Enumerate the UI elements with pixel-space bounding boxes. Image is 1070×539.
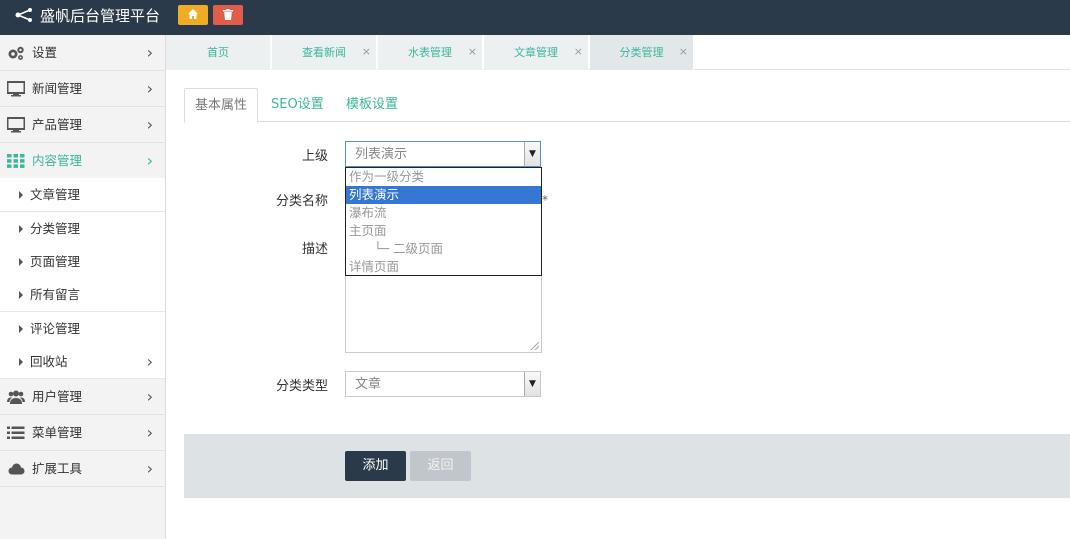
sidebar-item-label: 用户管理 xyxy=(32,389,83,404)
add-button[interactable]: 添加 xyxy=(345,451,406,481)
caret-right-icon xyxy=(19,191,23,199)
required-mark: * xyxy=(542,193,548,207)
dropdown-option[interactable]: 详情页面 xyxy=(346,258,541,276)
sidebar-item-label: 菜单管理 xyxy=(32,425,83,440)
back-button[interactable]: 返回 xyxy=(410,451,471,481)
sidebar-subitem-label: 文章管理 xyxy=(30,187,81,202)
sidebar-subitem-label: 所有留言 xyxy=(30,287,81,302)
page-tab-categories[interactable]: 分类管理 × xyxy=(590,35,694,70)
list-icon xyxy=(7,426,25,439)
chevron-right-icon: › xyxy=(146,387,153,406)
caret-right-icon xyxy=(19,291,23,299)
tab-template-settings[interactable]: 模板设置 xyxy=(346,88,398,122)
close-icon[interactable]: × xyxy=(362,35,371,68)
page-tab-home[interactable]: 首页 xyxy=(166,35,271,70)
tab-basic-attributes[interactable]: 基本属性 xyxy=(184,88,258,123)
gears-icon xyxy=(8,46,24,60)
description-textarea[interactable] xyxy=(345,276,542,353)
sidebar-item-tools[interactable]: 扩展工具 › xyxy=(0,451,165,487)
sidebar-item-products[interactable]: 产品管理 › xyxy=(0,107,165,143)
chevron-right-icon: › xyxy=(146,115,153,134)
dropdown-option[interactable]: └─ 二级页面 xyxy=(346,240,541,258)
page-tab-articles[interactable]: 文章管理 × xyxy=(484,35,589,70)
sidebar-item-content[interactable]: 内容管理 › xyxy=(0,143,165,179)
category-type-value: 文章 xyxy=(355,377,382,392)
sidebar-subitem-label: 评论管理 xyxy=(30,321,81,336)
sidebar-item-users[interactable]: 用户管理 › xyxy=(0,379,165,415)
chevron-right-icon: › xyxy=(146,43,153,62)
sidebar-subitem-label: 页面管理 xyxy=(30,254,81,269)
parent-dropdown-list[interactable]: 作为一级分类 列表演示 瀑布流 主页面 └─ 二级页面 详情页面 xyxy=(345,167,542,276)
sidebar-item-label: 设置 xyxy=(32,45,58,60)
sidebar-item-news[interactable]: 新闻管理 › xyxy=(0,71,165,107)
close-icon[interactable]: × xyxy=(679,35,688,68)
parent-select[interactable]: 列表演示 ▼ xyxy=(345,141,541,167)
parent-select-value: 列表演示 xyxy=(355,147,408,162)
sidebar-subitem-comments[interactable]: 评论管理 xyxy=(0,312,165,346)
close-icon[interactable]: × xyxy=(574,35,583,68)
close-icon[interactable]: × xyxy=(468,35,477,68)
share-icon xyxy=(15,8,32,22)
page-tab-label: 水表管理 xyxy=(408,46,452,59)
sidebar: 设置 › 新闻管理 › 产品管理 › 内容管理 › 文章管理 分类管理 页面管理… xyxy=(0,35,166,539)
category-type-select[interactable]: 文章 ▼ xyxy=(345,371,541,397)
caret-right-icon xyxy=(19,325,23,333)
form-action-bar: 添加 返回 xyxy=(184,434,1070,498)
page-tab-label: 分类管理 xyxy=(619,46,664,59)
chevron-right-icon: › xyxy=(146,79,153,98)
caret-right-icon xyxy=(19,258,23,266)
brand: 盛帆后台管理平台 xyxy=(14,0,160,35)
page-tab-strip: 首页 查看新闻 × 水表管理 × 文章管理 × 分类管理 × xyxy=(166,35,1070,70)
monitor-icon xyxy=(7,117,25,133)
monitor-icon xyxy=(7,81,25,97)
grid-icon xyxy=(7,154,25,168)
category-name-label: 分类名称 xyxy=(275,194,328,209)
page-tab-label: 文章管理 xyxy=(514,46,558,59)
chevron-right-icon: › xyxy=(146,352,153,371)
sidebar-subitem-recycle-bin[interactable]: 回收站 › xyxy=(0,345,165,379)
home-icon xyxy=(188,9,198,19)
description-label: 描述 xyxy=(301,242,328,257)
page-tab-label: 首页 xyxy=(207,46,229,59)
chevron-down-icon[interactable]: ▼ xyxy=(524,372,540,396)
sidebar-subitem-categories[interactable]: 分类管理 xyxy=(0,212,165,246)
sidebar-subitem-label: 分类管理 xyxy=(30,221,81,236)
chevron-down-icon[interactable]: ▼ xyxy=(524,142,540,166)
dropdown-option-selected[interactable]: 列表演示 xyxy=(346,186,541,204)
sidebar-item-label: 产品管理 xyxy=(32,117,83,132)
tab-seo-settings[interactable]: SEO设置 xyxy=(271,88,324,122)
dropdown-option[interactable]: 瀑布流 xyxy=(346,204,541,222)
chevron-right-icon: › xyxy=(146,151,153,170)
caret-right-icon xyxy=(19,358,23,366)
chevron-right-icon: › xyxy=(146,423,153,442)
users-icon xyxy=(7,390,25,404)
parent-label: 上级 xyxy=(301,149,328,164)
sidebar-item-label: 扩展工具 xyxy=(32,461,83,476)
app-title: 盛帆后台管理平台 xyxy=(40,7,161,25)
page-tab-view-news[interactable]: 查看新闻 × xyxy=(272,35,377,70)
sidebar-subitem-pages[interactable]: 页面管理 xyxy=(0,245,165,279)
sidebar-item-label: 新闻管理 xyxy=(32,81,83,96)
home-button[interactable] xyxy=(178,5,208,25)
sidebar-subitem-messages[interactable]: 所有留言 xyxy=(0,278,165,312)
page-tab-water-meters[interactable]: 水表管理 × xyxy=(378,35,483,70)
dropdown-option[interactable]: 主页面 xyxy=(346,222,541,240)
dropdown-option[interactable]: 作为一级分类 xyxy=(346,168,541,186)
category-type-label: 分类类型 xyxy=(275,379,328,394)
trash-icon xyxy=(223,9,233,20)
content-tabs: 基本属性 SEO设置 模板设置 xyxy=(184,88,1070,123)
delete-button[interactable] xyxy=(213,5,243,25)
chevron-right-icon: › xyxy=(146,459,153,478)
sidebar-item-label: 内容管理 xyxy=(32,153,83,168)
caret-right-icon xyxy=(19,225,23,233)
resize-grip-icon[interactable] xyxy=(531,342,539,350)
sidebar-subitem-articles[interactable]: 文章管理 xyxy=(0,178,165,212)
cloud-icon xyxy=(8,463,25,475)
sidebar-item-settings[interactable]: 设置 › xyxy=(0,35,165,71)
sidebar-subitem-label: 回收站 xyxy=(30,354,68,369)
top-bar: 盛帆后台管理平台 xyxy=(0,0,1070,35)
sidebar-item-menus[interactable]: 菜单管理 › xyxy=(0,415,165,451)
page-tab-label: 查看新闻 xyxy=(302,46,346,59)
